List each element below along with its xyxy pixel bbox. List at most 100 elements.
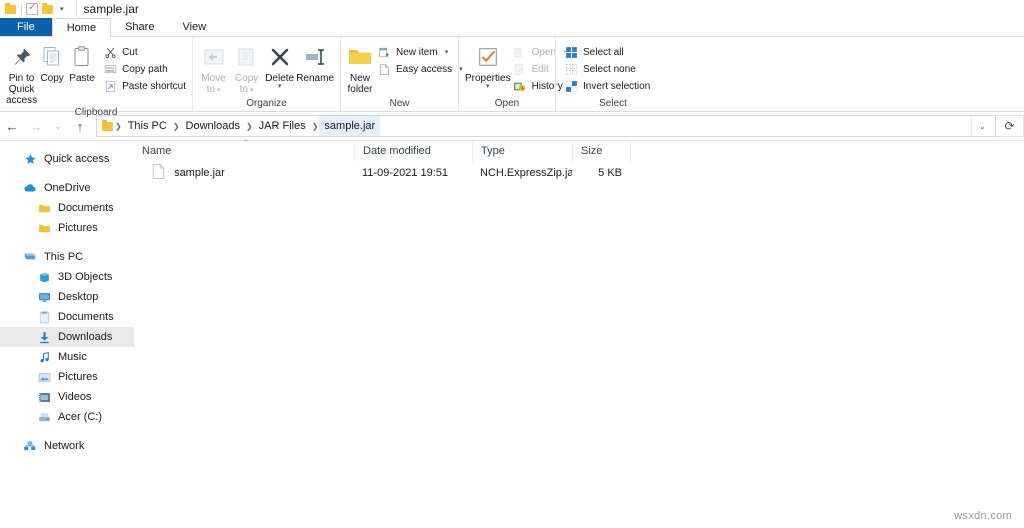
sidebar-item-documents[interactable]: Documents bbox=[0, 307, 134, 327]
column-header-type[interactable]: Type bbox=[472, 141, 572, 162]
easy-access-label: Easy access bbox=[396, 63, 453, 75]
cloud-icon bbox=[22, 180, 38, 196]
folder-icon[interactable] bbox=[5, 3, 17, 15]
tab-share[interactable]: Share bbox=[111, 18, 168, 36]
paste-shortcut-icon bbox=[103, 79, 117, 93]
title-bar: ▾ sample.jar bbox=[0, 0, 1024, 18]
breadcrumb-separator: ❯ bbox=[172, 121, 180, 131]
file-list-pane: Name ⌃ Date modified Type Size sample.ja… bbox=[134, 138, 1024, 495]
sidebar-item-videos[interactable]: Videos bbox=[0, 387, 134, 407]
new-folder-button[interactable]: New folder bbox=[347, 41, 373, 95]
generic-file-icon bbox=[152, 164, 165, 179]
ribbon: Pin to Quick access Copy Paste Cut Copy … bbox=[0, 37, 1024, 118]
breadcrumb-item-sample-jar[interactable]: sample.jar bbox=[319, 116, 381, 136]
rename-label: Rename bbox=[296, 73, 334, 84]
select-all-icon bbox=[564, 45, 578, 59]
3d-objects-icon bbox=[36, 269, 52, 285]
downloads-icon bbox=[36, 329, 52, 345]
properties-check-icon[interactable] bbox=[26, 1, 38, 15]
select-none-icon bbox=[564, 62, 578, 76]
group-label-open: Open bbox=[494, 98, 520, 109]
copy-path-button[interactable]: Copy path bbox=[103, 62, 186, 76]
paste-button[interactable]: Paste bbox=[67, 41, 97, 84]
address-input[interactable]: ❯ This PC ❯ Downloads ❯ JAR Files ❯ samp… bbox=[96, 115, 996, 137]
divider bbox=[21, 3, 22, 15]
navigation-pane: Quick access OneDrive Documents Pictures… bbox=[0, 141, 134, 495]
file-name-label: sample.jar bbox=[174, 167, 225, 179]
chevron-down-icon[interactable]: ▾ bbox=[486, 83, 490, 90]
sidebar-item-quick-access[interactable]: Quick access bbox=[0, 149, 134, 169]
drive-icon bbox=[36, 409, 52, 425]
chevron-down-icon[interactable]: ▾ bbox=[278, 83, 282, 90]
sidebar-item-onedrive[interactable]: OneDrive bbox=[0, 178, 134, 198]
file-explorer-window: ▾ sample.jar File Home Share View Pin to… bbox=[0, 0, 1024, 528]
easy-access-button[interactable]: Easy access ▾ bbox=[377, 62, 463, 76]
pin-icon bbox=[11, 44, 33, 70]
breadcrumb-item-jar-files[interactable]: JAR Files bbox=[254, 116, 311, 136]
tab-file[interactable]: File bbox=[0, 18, 52, 36]
breadcrumb-separator: ❯ bbox=[115, 121, 122, 131]
properties-icon bbox=[477, 44, 499, 70]
open-label: Open bbox=[531, 46, 557, 58]
copy-label: Copy bbox=[40, 73, 64, 84]
invert-selection-button[interactable]: Invert selection bbox=[564, 79, 650, 93]
sidebar-item-network[interactable]: Network bbox=[0, 436, 134, 456]
qat-dropdown-icon[interactable]: ▾ bbox=[58, 5, 66, 13]
sort-ascending-icon: ⌃ bbox=[242, 138, 250, 148]
delete-button[interactable]: Delete ▾ bbox=[263, 41, 296, 90]
pictures-icon bbox=[36, 369, 52, 385]
music-icon bbox=[36, 349, 52, 365]
sidebar-item-acer-c[interactable]: Acer (C:) bbox=[0, 407, 134, 427]
pin-to-quick-access-button[interactable]: Pin to Quick access bbox=[6, 41, 37, 106]
rename-button[interactable]: Rename bbox=[296, 41, 334, 84]
copy-to-button[interactable]: Copy to ▾ bbox=[230, 41, 263, 96]
tab-home[interactable]: Home bbox=[51, 18, 112, 37]
paste-shortcut-label: Paste shortcut bbox=[122, 80, 186, 92]
sidebar-item-label: Network bbox=[44, 440, 85, 452]
table-row[interactable]: sample.jar 11-09-2021 19:51 NCH.ExpressZ… bbox=[134, 162, 1024, 184]
ribbon-group-clipboard: Pin to Quick access Copy Paste Cut Copy … bbox=[0, 37, 192, 118]
chevron-down-icon[interactable]: ▾ bbox=[445, 48, 449, 56]
sidebar-item-this-pc[interactable]: This PC bbox=[0, 247, 134, 267]
sidebar-item-3d-objects[interactable]: 3D Objects bbox=[0, 267, 134, 287]
main-area: Quick access OneDrive Documents Pictures… bbox=[0, 138, 1024, 495]
new-item-button[interactable]: New item ▾ bbox=[377, 45, 463, 59]
group-label-new: New bbox=[389, 98, 410, 109]
column-header-name[interactable]: Name ⌃ bbox=[134, 138, 354, 162]
move-to-button[interactable]: Move to ▾ bbox=[197, 41, 230, 96]
folder-icon[interactable] bbox=[42, 3, 54, 15]
sidebar-item-music[interactable]: Music bbox=[0, 347, 134, 367]
sidebar-item-desktop[interactable]: Desktop bbox=[0, 287, 134, 307]
select-all-button[interactable]: Select all bbox=[564, 45, 650, 59]
videos-icon bbox=[36, 389, 52, 405]
select-none-button[interactable]: Select none bbox=[564, 62, 650, 76]
breadcrumb-separator: ❯ bbox=[245, 121, 253, 131]
move-to-label-2: to ▾ bbox=[206, 84, 221, 95]
group-label-select: Select bbox=[599, 98, 627, 109]
paste-label: Paste bbox=[69, 73, 95, 84]
sidebar-item-pictures[interactable]: Pictures bbox=[0, 367, 134, 387]
paste-shortcut-button[interactable]: Paste shortcut bbox=[103, 79, 186, 93]
sidebar-item-documents-onedrive[interactable]: Documents bbox=[0, 198, 134, 218]
copy-button[interactable]: Copy bbox=[37, 41, 67, 84]
file-size-cell: 5 KB bbox=[598, 167, 622, 179]
column-header-size[interactable]: Size bbox=[572, 141, 630, 162]
pin-to-quick-access-label-1: Pin to Quick bbox=[8, 73, 35, 95]
copy-to-icon bbox=[235, 44, 259, 70]
file-type-cell: NCH.ExpressZip.jar bbox=[480, 167, 572, 179]
new-folder-icon bbox=[347, 44, 373, 70]
sidebar-item-downloads[interactable]: Downloads bbox=[0, 327, 134, 347]
refresh-icon[interactable]: ⟳ bbox=[996, 115, 1024, 137]
new-folder-label-2: folder bbox=[347, 84, 373, 95]
tab-view[interactable]: View bbox=[168, 18, 220, 36]
column-header-date-modified[interactable]: Date modified bbox=[354, 141, 472, 162]
sidebar-item-pictures-onedrive[interactable]: Pictures bbox=[0, 218, 134, 238]
properties-button[interactable]: Properties ▾ bbox=[465, 41, 511, 90]
sidebar-item-label: Music bbox=[58, 351, 87, 363]
network-icon bbox=[22, 438, 38, 454]
cut-button[interactable]: Cut bbox=[103, 45, 186, 59]
address-dropdown-icon[interactable]: ⌄ bbox=[971, 116, 993, 136]
move-to-label-1: Move bbox=[201, 73, 226, 84]
rename-icon bbox=[303, 44, 327, 70]
breadcrumb-separator: ❯ bbox=[311, 121, 319, 131]
